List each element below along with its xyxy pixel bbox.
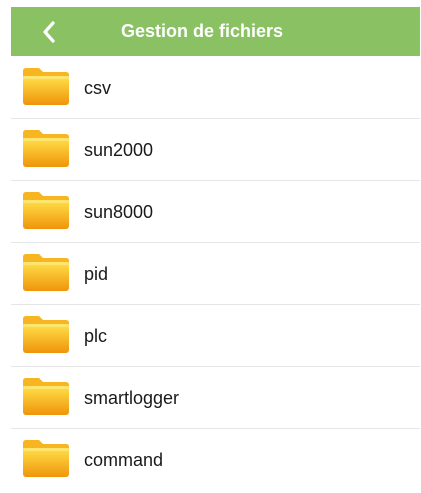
folder-icon xyxy=(23,68,69,105)
title-bar: Gestion de fichiers xyxy=(11,7,420,56)
file-name: sun8000 xyxy=(84,202,154,222)
folder-icon xyxy=(23,440,69,477)
folder-icon xyxy=(23,192,69,229)
list-item-sun8000[interactable]: sun8000 xyxy=(11,181,420,243)
file-name: sun2000 xyxy=(84,140,154,160)
file-list: csv sun2000 sun8000 pid plc smartlogger … xyxy=(11,57,420,491)
page-title: Gestion de fichiers xyxy=(121,21,284,41)
list-item-command[interactable]: command xyxy=(11,429,420,491)
list-item-smartlogger[interactable]: smartlogger xyxy=(11,367,420,429)
file-name: csv xyxy=(84,78,111,98)
chevron-left-icon xyxy=(43,20,55,43)
back-button[interactable] xyxy=(35,7,63,56)
list-item-sun2000[interactable]: sun2000 xyxy=(11,119,420,181)
folder-icon xyxy=(23,130,69,167)
folder-icon xyxy=(23,254,69,291)
list-item-plc[interactable]: plc xyxy=(11,305,420,367)
list-item-pid[interactable]: pid xyxy=(11,243,420,305)
list-item-csv[interactable]: csv xyxy=(11,57,420,119)
folder-icon xyxy=(23,316,69,353)
file-name: command xyxy=(84,450,164,470)
file-name: pid xyxy=(84,264,109,284)
file-name: plc xyxy=(84,326,108,346)
folder-icon xyxy=(23,378,69,415)
file-name: smartlogger xyxy=(84,388,180,408)
